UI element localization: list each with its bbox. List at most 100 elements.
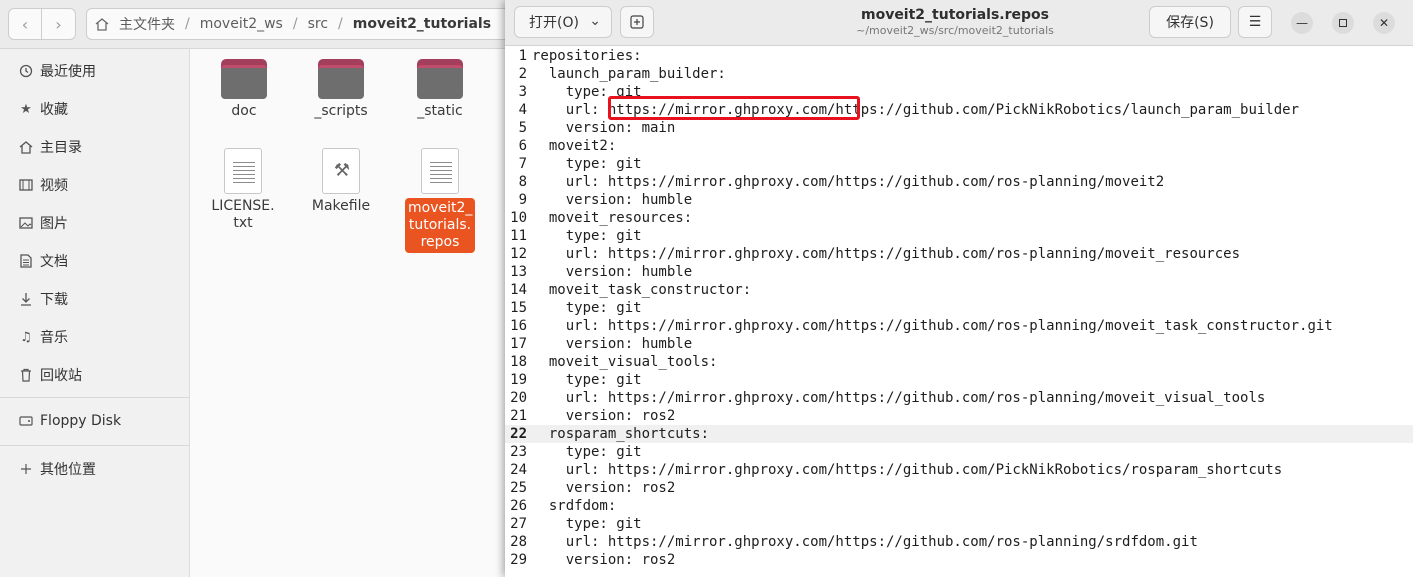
forward-button[interactable]: › <box>42 8 76 40</box>
line-number: 24 <box>510 462 527 478</box>
sidebar-item-pictures[interactable]: 图片 <box>0 206 189 240</box>
window-title: moveit2_tutorials.repos ~/moveit2_ws/src… <box>805 6 1105 38</box>
code-line: 28 url: https://mirror.ghproxy.com/https… <box>505 533 1413 551</box>
line-number: 17 <box>510 336 527 352</box>
line-number: 20 <box>510 390 527 406</box>
code-line: 19 type: git <box>505 371 1413 389</box>
line-number: 10 <box>510 210 527 226</box>
menu-button[interactable]: ☰ <box>1238 6 1272 38</box>
file-label: doc <box>231 103 257 119</box>
code-line: 10 moveit_resources: <box>505 209 1413 227</box>
code-line: 16 url: https://mirror.ghproxy.com/https… <box>505 317 1413 335</box>
sidebar-item-starred[interactable]: ★ 收藏 <box>0 92 189 126</box>
line-number: 8 <box>518 174 527 190</box>
line-number: 19 <box>510 372 527 388</box>
code-area[interactable]: 1 repositories: 2 launch_param_builder: 3 t… <box>505 47 1413 577</box>
sidebar-item-videos[interactable]: 视频 <box>0 168 189 202</box>
hamburger-icon: ☰ <box>1248 14 1262 30</box>
breadcrumb-src[interactable]: src <box>302 16 334 32</box>
sidebar: 最近使用 ★ 收藏 主目录 视频 图片 文档 下载 ♫ 音乐 回收站 Flopp… <box>0 49 190 577</box>
line-text: url: https://mirror.ghproxy.com/https://… <box>532 174 1165 190</box>
file-item-doc[interactable]: doc <box>199 49 289 120</box>
line-text: type: git <box>532 156 642 172</box>
line-text: moveit_resources: <box>532 210 693 226</box>
film-icon <box>18 177 34 193</box>
file-item-license[interactable]: LICENSE. txt <box>198 148 288 232</box>
file-item-repos[interactable]: moveit2_ tutorials. repos <box>395 148 485 253</box>
text-file-icon <box>421 148 459 194</box>
sidebar-item-label: 收藏 <box>40 102 68 118</box>
line-text: url: https://mirror.ghproxy.com/https://… <box>532 246 1241 262</box>
line-text: version: ros2 <box>532 552 676 568</box>
sidebar-item-trash[interactable]: 回收站 <box>0 358 189 392</box>
editor-header: 打开(O) ⌄ moveit2_tutorials.repos ~/moveit… <box>505 0 1413 46</box>
breadcrumb-moveit2-ws[interactable]: moveit2_ws <box>194 16 289 32</box>
sidebar-item-label: 回收站 <box>40 368 82 384</box>
back-button[interactable]: ‹ <box>8 8 42 40</box>
sidebar-item-recent[interactable]: 最近使用 <box>0 54 189 88</box>
file-label-selected: moveit2_ tutorials. repos <box>405 198 475 253</box>
code-line: 7 type: git <box>505 155 1413 173</box>
sidebar-item-label: 最近使用 <box>40 64 96 80</box>
sidebar-item-label: 其他位置 <box>40 462 96 478</box>
line-text: version: main <box>532 120 676 136</box>
home-icon <box>95 17 109 31</box>
line-number: 26 <box>510 498 527 514</box>
document-icon <box>18 253 34 269</box>
line-text: url: https://mirror.ghproxy.com/https://… <box>532 318 1333 334</box>
line-text: type: git <box>532 300 642 316</box>
line-text: moveit2: <box>532 138 617 154</box>
trash-icon <box>18 367 34 383</box>
sidebar-item-documents[interactable]: 文档 <box>0 244 189 278</box>
highlight-box <box>608 96 860 120</box>
breadcrumb: 主文件夹 / moveit2_ws / src / moveit2_tutori… <box>86 8 526 40</box>
maximize-button[interactable] <box>1332 12 1354 34</box>
sidebar-item-downloads[interactable]: 下载 <box>0 282 189 316</box>
line-text: moveit_task_constructor: <box>532 282 752 298</box>
chevron-right-icon: › <box>55 14 62 34</box>
star-icon: ★ <box>20 101 32 117</box>
code-line: 25 version: ros2 <box>505 479 1413 497</box>
sidebar-item-other-locations[interactable]: 其他位置 <box>0 452 189 486</box>
line-text: version: humble <box>532 192 693 208</box>
save-button[interactable]: 保存(S) <box>1149 6 1231 38</box>
file-label: LICENSE. txt <box>211 198 275 231</box>
line-text: moveit_visual_tools: <box>532 354 718 370</box>
music-icon: ♫ <box>20 329 32 345</box>
line-number: 21 <box>510 408 527 424</box>
sidebar-item-home[interactable]: 主目录 <box>0 130 189 164</box>
sidebar-item-label: 文档 <box>40 254 68 270</box>
image-icon <box>18 215 34 231</box>
folder-icon <box>221 59 267 99</box>
sidebar-item-label: 图片 <box>40 216 68 232</box>
sidebar-item-music[interactable]: ♫ 音乐 <box>0 320 189 354</box>
breadcrumb-home[interactable]: 主文件夹 <box>113 14 181 34</box>
code-line: 26 srdfdom: <box>505 497 1413 515</box>
close-button[interactable]: ✕ <box>1373 12 1395 34</box>
line-number: 29 <box>510 552 527 568</box>
download-icon <box>18 291 34 307</box>
document-title: moveit2_tutorials.repos <box>860 7 1049 23</box>
file-item-static[interactable]: _static <box>395 49 485 120</box>
line-number: 7 <box>518 156 527 172</box>
file-grid: doc _scripts _static LICENSE. txt ⚒ Make… <box>191 49 520 577</box>
close-icon: ✕ <box>1378 16 1390 30</box>
line-text: version: ros2 <box>532 480 676 496</box>
line-number: 18 <box>510 354 527 370</box>
file-item-makefile[interactable]: ⚒ Makefile <box>296 148 386 215</box>
line-number: 12 <box>510 246 527 262</box>
file-item-scripts[interactable]: _scripts <box>296 49 386 120</box>
line-text: rosparam_shortcuts: <box>532 426 710 442</box>
line-text: launch_param_builder: <box>532 66 726 82</box>
home-icon <box>18 139 34 155</box>
minimize-button[interactable]: — <box>1291 12 1313 34</box>
code-line: 27 type: git <box>505 515 1413 533</box>
new-document-button[interactable] <box>620 6 654 38</box>
line-number: 14 <box>510 282 527 298</box>
open-button[interactable]: 打开(O) ⌄ <box>514 6 612 38</box>
line-text: url: https://mirror.ghproxy.com/https://… <box>532 534 1198 550</box>
code-line: 23 type: git <box>505 443 1413 461</box>
breadcrumb-current[interactable]: moveit2_tutorials <box>347 16 497 32</box>
file-label: _static <box>417 103 463 119</box>
sidebar-item-floppy-disk[interactable]: Floppy Disk <box>0 404 189 438</box>
